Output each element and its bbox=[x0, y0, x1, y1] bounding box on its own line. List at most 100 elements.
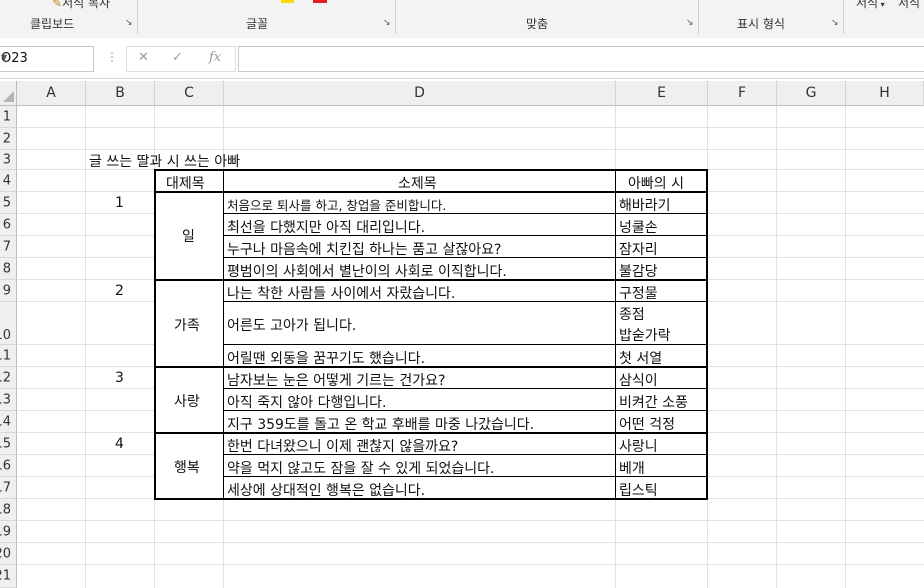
clipboard-launcher-icon[interactable]: ↘ bbox=[125, 18, 133, 28]
row-header[interactable]: 19 bbox=[0, 521, 17, 543]
group-number[interactable]: 1 bbox=[115, 195, 124, 211]
font-launcher-icon[interactable]: ↘ bbox=[383, 18, 391, 28]
poem-title[interactable]: 비켜간 소풍 bbox=[619, 392, 688, 412]
poem-title[interactable]: 불감당 bbox=[619, 261, 658, 281]
minor-title[interactable]: 처음으로 퇴사를 하고, 창업을 준비합니다. bbox=[227, 195, 446, 214]
minor-title[interactable]: 아직 죽지 않아 다행입니다. bbox=[227, 392, 386, 412]
poem-title[interactable]: 첫 서열 bbox=[619, 348, 662, 368]
header-major[interactable]: 대제목 bbox=[166, 173, 205, 193]
group-major[interactable]: 일 bbox=[182, 226, 195, 246]
ribbon-separator bbox=[698, 0, 699, 34]
clipboard-group-label: 클립보드 bbox=[30, 17, 75, 31]
minor-title[interactable]: 한번 다녀왔으니 이제 괜찮지 않을까요? bbox=[227, 436, 458, 456]
poem-title[interactable]: 삼식이 bbox=[619, 370, 658, 390]
conditional-format-label: 서식 bbox=[856, 0, 879, 10]
font-group-label: 글꼴 bbox=[246, 17, 269, 31]
select-all-triangle-icon bbox=[3, 91, 14, 102]
group-number[interactable]: 3 bbox=[115, 370, 124, 386]
row-header[interactable]: 9 bbox=[0, 280, 17, 302]
minor-title[interactable]: 남자보는 눈은 어떻게 기르는 건가요? bbox=[227, 370, 445, 390]
column-header-g[interactable]: G bbox=[777, 81, 846, 106]
ribbon-separator bbox=[843, 0, 844, 34]
group-number[interactable]: 2 bbox=[115, 283, 124, 299]
row-header[interactable]: 10 bbox=[0, 302, 17, 345]
column-header-d[interactable]: D bbox=[224, 81, 616, 106]
minor-title[interactable]: 약을 먹지 않고도 잠을 잘 수 있게 되었습니다. bbox=[227, 458, 494, 478]
font-color-swatch[interactable] bbox=[313, 0, 327, 3]
drag-dots-icon[interactable]: ⋮ bbox=[106, 50, 118, 64]
format-painter-button[interactable]: ✎서식 복사 bbox=[52, 0, 110, 11]
row-header[interactable]: 15 bbox=[0, 433, 17, 455]
poem-title[interactable]: 해바라기 bbox=[619, 195, 671, 215]
poem-title[interactable]: 립스틱 bbox=[619, 480, 658, 500]
select-all-corner[interactable] bbox=[0, 81, 17, 106]
formula-input[interactable] bbox=[238, 46, 924, 72]
row-header[interactable]: 6 bbox=[0, 214, 17, 236]
enter-icon[interactable]: ✓ bbox=[172, 50, 183, 65]
poem-title[interactable]: 베개 bbox=[619, 458, 645, 478]
minor-title[interactable]: 어릴땐 외동을 꿈꾸기도 했습니다. bbox=[227, 348, 425, 368]
conditional-format-button[interactable]: 서식 ▾ bbox=[856, 0, 885, 11]
header-minor[interactable]: 소제목 bbox=[398, 173, 437, 193]
minor-title[interactable]: 나는 착한 사람들 사이에서 자랐습니다. bbox=[227, 283, 455, 303]
row-header[interactable]: 18 bbox=[0, 499, 17, 521]
column-header-c[interactable]: C bbox=[155, 81, 224, 106]
format-painter-label: 서식 복사 bbox=[62, 0, 111, 10]
column-header-e[interactable]: E bbox=[616, 81, 708, 106]
poem-title[interactable]: 종점 bbox=[619, 304, 645, 324]
minor-title[interactable]: 지구 359도를 돌고 온 학교 후배를 마중 나갔습니다. bbox=[227, 414, 534, 434]
column-header-h[interactable]: H bbox=[846, 81, 924, 106]
poem-title[interactable]: 사랑니 bbox=[619, 436, 658, 456]
row-header[interactable]: 2 bbox=[0, 128, 17, 150]
row-header[interactable]: 1 bbox=[0, 106, 17, 128]
row-header[interactable]: 21 bbox=[0, 565, 17, 588]
minor-title[interactable]: 최선을 다했지만 아직 대리입니다. bbox=[227, 217, 425, 237]
cancel-icon[interactable]: ✕ bbox=[138, 50, 149, 65]
name-box[interactable]: O23 ▼ bbox=[0, 46, 94, 72]
row-header[interactable]: 8 bbox=[0, 258, 17, 280]
group-major[interactable]: 가족 bbox=[174, 315, 200, 335]
row-header[interactable]: 7 bbox=[0, 236, 17, 258]
sheet-title[interactable]: 글 쓰는 딸과 시 쓰는 아빠 bbox=[89, 151, 240, 171]
row-header[interactable]: 20 bbox=[0, 543, 17, 565]
number-launcher-icon[interactable]: ↘ bbox=[831, 18, 839, 28]
highlight-color-swatch[interactable] bbox=[281, 0, 294, 3]
poem-title[interactable]: 어떤 걱정 bbox=[619, 414, 675, 434]
group-number[interactable]: 4 bbox=[115, 436, 124, 452]
row-header[interactable]: 16 bbox=[0, 455, 17, 477]
dropdown-arrow-icon: ▾ bbox=[878, 0, 885, 9]
row-header[interactable]: 11 bbox=[0, 345, 17, 367]
row-header[interactable]: 12 bbox=[0, 367, 17, 389]
alignment-launcher-icon[interactable]: ↘ bbox=[686, 18, 694, 28]
gridline bbox=[845, 106, 846, 588]
row-header[interactable]: 3 bbox=[0, 150, 17, 170]
minor-title[interactable]: 어른도 고아가 됩니다. bbox=[227, 315, 356, 335]
row-header[interactable]: 4 bbox=[0, 170, 17, 192]
ribbon-separator bbox=[395, 0, 396, 34]
row-header[interactable]: 13 bbox=[0, 389, 17, 411]
poem-title[interactable]: 넝쿨손 bbox=[619, 217, 658, 237]
row-header[interactable]: 14 bbox=[0, 411, 17, 433]
poem-title[interactable]: 잠자리 bbox=[619, 239, 658, 259]
ribbon-separator bbox=[137, 0, 138, 34]
minor-title[interactable]: 누구나 마음속에 치킨집 하나는 품고 살잖아요? bbox=[227, 239, 501, 259]
column-header-a[interactable]: A bbox=[17, 81, 86, 106]
format-as-table-button[interactable]: 서식 bbox=[898, 0, 920, 11]
number-group-label: 표시 형식 bbox=[737, 17, 785, 31]
header-poem[interactable]: 아빠의 시 bbox=[628, 173, 684, 193]
column-header-b[interactable]: B bbox=[86, 81, 155, 106]
insert-function-icon[interactable]: fx bbox=[209, 50, 221, 65]
group-major[interactable]: 사랑 bbox=[174, 391, 200, 411]
group-major[interactable]: 행복 bbox=[174, 457, 200, 477]
paintbrush-icon: ✎ bbox=[52, 0, 63, 10]
row-header[interactable]: 17 bbox=[0, 477, 17, 499]
poem-title[interactable]: 구정물 bbox=[619, 283, 658, 303]
minor-title[interactable]: 세상에 상대적인 행복은 없습니다. bbox=[227, 480, 425, 500]
column-header-f[interactable]: F bbox=[708, 81, 777, 106]
table-border bbox=[706, 169, 708, 500]
minor-title[interactable]: 평범이의 사회에서 별난이의 사회로 이직합니다. bbox=[227, 261, 507, 281]
chevron-down-icon[interactable]: ▼ bbox=[1, 53, 88, 62]
ribbon: ✎서식 복사 클립보드 ↘ 글꼴 ↘ 맞춤 ↘ 표시 형식 ↘ 서식 ▾ 서식 bbox=[0, 0, 924, 39]
poem-title[interactable]: 밥숟가락 bbox=[619, 325, 671, 345]
row-header[interactable]: 5 bbox=[0, 192, 17, 214]
